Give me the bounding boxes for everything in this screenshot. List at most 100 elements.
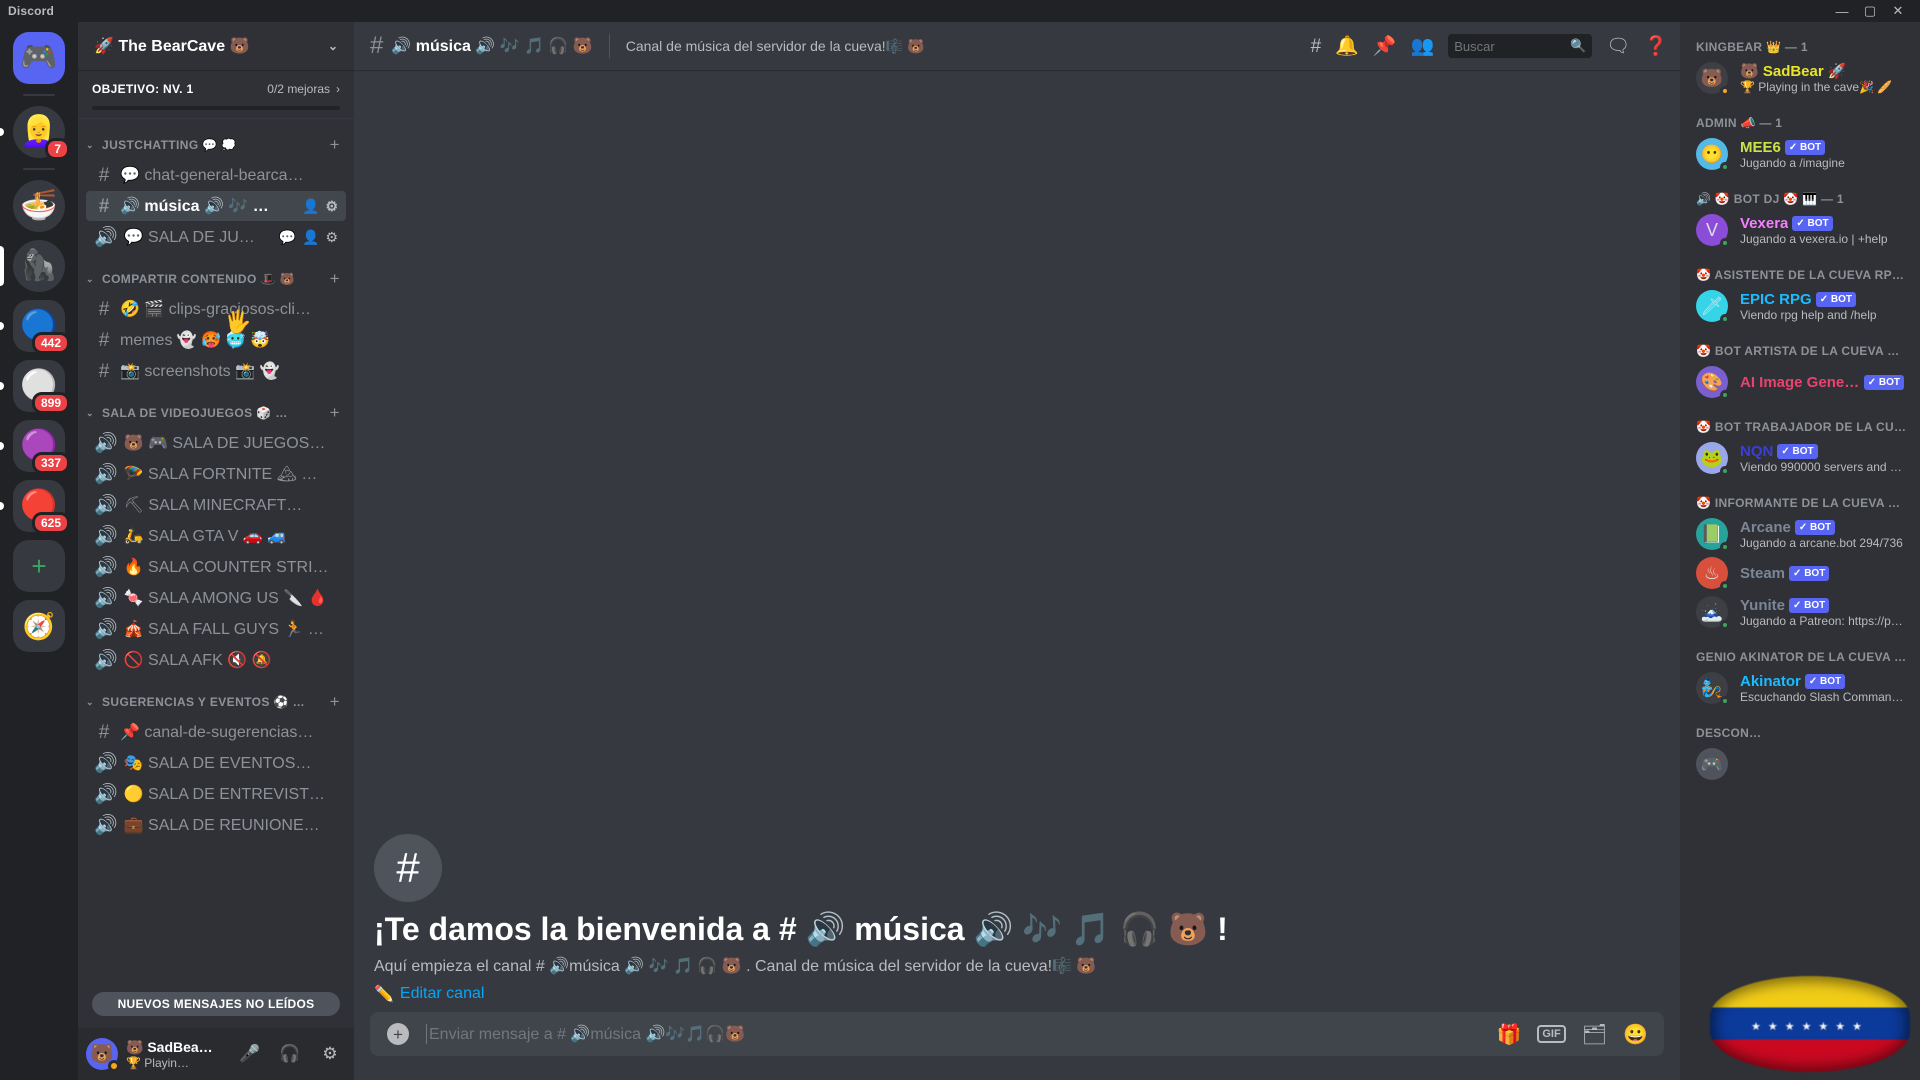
- avatar[interactable]: 🐸: [1696, 442, 1730, 476]
- avatar[interactable]: 🎨: [1696, 366, 1730, 400]
- guild-header-button[interactable]: 🚀 The BearCave 🐻 ⌄: [78, 22, 354, 70]
- threads-icon[interactable]: #: [1311, 37, 1322, 56]
- member-row[interactable]: 😶 MEE6 ✓ BOT Jugando a /imagine: [1688, 135, 1912, 173]
- avatar[interactable]: 🐻: [86, 1038, 120, 1072]
- channel-item-1-0[interactable]: # 🤣 🎬 clips-graciosos-cli…: [86, 294, 346, 324]
- server-icon-1[interactable]: 👱‍♀️ 7: [0, 106, 78, 160]
- server-avatar[interactable]: 🍜: [13, 180, 65, 232]
- channel-item-2-5[interactable]: 🔊 🍬 SALA AMONG US 🔪 🩸: [86, 583, 346, 613]
- member-row[interactable]: 🐻 🐻 SadBear 🚀 🏆 Playing in the cave🎉 🥖: [1688, 59, 1912, 97]
- channel-category-3[interactable]: ⌄ SUGERENCIAS Y EVENTOS ⚽ … +: [78, 676, 354, 716]
- channel-category-1[interactable]: ⌄ COMPARTIR CONTENIDO 🎩 🐻 +: [78, 253, 354, 293]
- member-row[interactable]: 🎨 AI Image Gener… ✓ BOT: [1688, 363, 1912, 401]
- notifications-bell-icon[interactable]: 🔔: [1335, 37, 1359, 56]
- member-row[interactable]: 🧞 Akinator ✓ BOT Escuchando Slash Commands: [1688, 669, 1912, 707]
- chevron-right-icon: ›: [336, 82, 340, 96]
- channel-action-icon[interactable]: 👤: [302, 229, 319, 246]
- explore-servers-button[interactable]: 🧭: [0, 600, 78, 652]
- avatar[interactable]: 📗: [1696, 518, 1730, 552]
- member-row[interactable]: 📗 Arcane ✓ BOT Jugando a arcane.bot 294/736: [1688, 515, 1912, 553]
- search-input[interactable]: Buscar 🔍: [1448, 34, 1593, 58]
- user-panel-meta[interactable]: 🐻 SadBea… 🏆 Playin…: [126, 1039, 226, 1070]
- server-icon-6[interactable]: 🟣 337: [0, 420, 78, 474]
- headset-icon[interactable]: 🎧: [274, 1038, 306, 1070]
- channel-item-0-1[interactable]: # 🔊 música 🔊 🎶 … 👤 ⚙: [86, 191, 346, 221]
- explore-servers-button-icon[interactable]: 🧭: [13, 600, 65, 652]
- create-channel-icon[interactable]: +: [330, 692, 346, 712]
- channel-item-1-2[interactable]: # 📸 screenshots 📸 👻: [86, 356, 346, 386]
- edit-channel-link[interactable]: ✏️ Editar canal: [374, 984, 484, 1004]
- avatar[interactable]: 🐻: [1696, 62, 1730, 96]
- channel-category-2[interactable]: ⌄ SALA DE VIDEOJUEGOS 🎲 … +: [78, 387, 354, 427]
- channel-item-2-2[interactable]: 🔊 ⛏ SALA MINECRAFT…: [86, 490, 346, 520]
- member-list[interactable]: KINGBEAR 👑 — 1 🐻 🐻 SadBear 🚀 🏆 Playing in t…: [1680, 22, 1920, 1080]
- channel-item-3-1[interactable]: 🔊 🎭 SALA DE EVENTOS…: [86, 748, 346, 778]
- channel-item-2-1[interactable]: 🔊 🪂 SALA FORTNITE 🏔 …: [86, 459, 346, 489]
- server-goal-panel[interactable]: OBJETIVO: NV. 1 0/2 mejoras ›: [78, 70, 354, 119]
- add-server-button-icon[interactable]: +: [13, 540, 65, 592]
- inbox-icon[interactable]: 🗨: [1606, 37, 1630, 56]
- server-icon-0[interactable]: 🎮: [0, 32, 78, 84]
- channel-item-1-1[interactable]: # memes 👻 🥵 🥶 🤯: [86, 325, 346, 355]
- channel-item-2-4[interactable]: 🔊 🔥 SALA COUNTER STRI…: [86, 552, 346, 582]
- server-avatar[interactable]: 🎮: [13, 32, 65, 84]
- unread-messages-pill[interactable]: NUEVOS MENSAJES NO LEÍDOS: [92, 992, 340, 1016]
- channel-item-3-3[interactable]: 🔊 💼 SALA DE REUNIONE…: [86, 810, 346, 840]
- gif-icon[interactable]: GIF: [1537, 1025, 1566, 1043]
- server-avatar[interactable]: 🦍: [13, 240, 65, 292]
- search-icon[interactable]: 🔍: [1570, 38, 1586, 54]
- message-composer[interactable]: + Enviar mensaje a # 🔊música 🔊🎶🎵🎧🐻 🎁 GIF…: [370, 1012, 1664, 1056]
- channel-category-0[interactable]: ⌄ JUSTCHATTING 💬 💭 +: [78, 119, 354, 159]
- channel-item-3-0[interactable]: # 📌 canal-de-sugerencias…: [86, 717, 346, 747]
- create-channel-icon[interactable]: +: [330, 135, 346, 155]
- avatar[interactable]: V: [1696, 214, 1730, 248]
- server-icon-4[interactable]: 🔵 442: [0, 300, 78, 354]
- maximize-button[interactable]: ▢: [1856, 0, 1884, 22]
- member-row[interactable]: 🎮: [1688, 745, 1912, 783]
- emoji-icon[interactable]: 😀: [1623, 1022, 1648, 1047]
- member-row[interactable]: 🐸 NQN ✓ BOT Viendo 990000 servers and 5…: [1688, 439, 1912, 477]
- create-channel-icon[interactable]: +: [330, 269, 346, 289]
- create-channel-icon[interactable]: +: [330, 403, 346, 423]
- channel-item-0-2[interactable]: 🔊 💬 SALA DE JU… 💬 👤 ⚙: [86, 222, 346, 252]
- channel-item-3-2[interactable]: 🔊 🟡 SALA DE ENTREVIST…: [86, 779, 346, 809]
- close-button[interactable]: ✕: [1884, 0, 1912, 22]
- message-input[interactable]: Enviar mensaje a # 🔊música 🔊🎶🎵🎧🐻: [426, 1024, 1496, 1044]
- attach-button[interactable]: +: [370, 1023, 426, 1045]
- member-list-icon[interactable]: 👥: [1411, 37, 1435, 56]
- channel-item-2-3[interactable]: 🔊 🛵 SALA GTA V 🚗 🚙: [86, 521, 346, 551]
- gift-icon[interactable]: 🎁: [1496, 1022, 1521, 1047]
- avatar[interactable]: 🧞: [1696, 672, 1730, 706]
- channel-item-2-7[interactable]: 🔊 🚫 SALA AFK 🔇 🔕: [86, 645, 346, 675]
- channel-item-2-6[interactable]: 🔊 🎪 SALA FALL GUYS 🏃 …: [86, 614, 346, 644]
- avatar[interactable]: 😶: [1696, 138, 1730, 172]
- add-server-button[interactable]: +: [0, 540, 78, 592]
- minimize-button[interactable]: —: [1828, 0, 1856, 22]
- channel-action-icon[interactable]: 👤: [302, 198, 319, 215]
- channel-list[interactable]: ⌄ JUSTCHATTING 💬 💭 + # 💬 chat-general-bearca…: [78, 119, 354, 1028]
- member-row[interactable]: ♨ Steam ✓ BOT: [1688, 554, 1912, 592]
- channel-action-icon[interactable]: ⚙: [325, 229, 338, 246]
- channel-action-icon[interactable]: ⚙: [325, 198, 338, 215]
- gear-icon[interactable]: ⚙: [314, 1038, 346, 1070]
- channel-item-0-0[interactable]: # 💬 chat-general-bearca…: [86, 160, 346, 190]
- pinned-messages-icon[interactable]: 📌: [1373, 37, 1397, 56]
- server-active-pill: [0, 128, 4, 136]
- page-title: ¡Te damos la bienvenida a # 🔊 música 🔊 🎶…: [374, 910, 1228, 947]
- help-icon[interactable]: ❓: [1644, 37, 1668, 56]
- server-icon-3[interactable]: 🦍: [0, 240, 78, 292]
- avatar[interactable]: 🎮: [1696, 748, 1728, 780]
- server-icon-5[interactable]: ⚪ 899: [0, 360, 78, 414]
- avatar[interactable]: ♨: [1696, 557, 1730, 591]
- server-icon-2[interactable]: 🍜: [0, 180, 78, 232]
- avatar[interactable]: 🗡: [1696, 290, 1730, 324]
- channel-action-icon[interactable]: 💬: [279, 229, 296, 246]
- sticker-icon[interactable]: 🗂: [1582, 1022, 1607, 1047]
- server-icon-7[interactable]: 🔴 625: [0, 480, 78, 534]
- channel-item-2-0[interactable]: 🔊 🐻 🎮 SALA DE JUEGOS…: [86, 428, 346, 458]
- microphone-icon[interactable]: 🎤: [234, 1038, 266, 1070]
- member-row[interactable]: V Vexera ✓ BOT Jugando a vexera.io | +help: [1688, 211, 1912, 249]
- member-row[interactable]: 🗻 Yunite ✓ BOT Jugando a Patreon: https://p…: [1688, 593, 1912, 631]
- avatar[interactable]: 🗻: [1696, 596, 1730, 630]
- member-row[interactable]: 🗡 EPIC RPG ✓ BOT Viendo rpg help and /help: [1688, 287, 1912, 325]
